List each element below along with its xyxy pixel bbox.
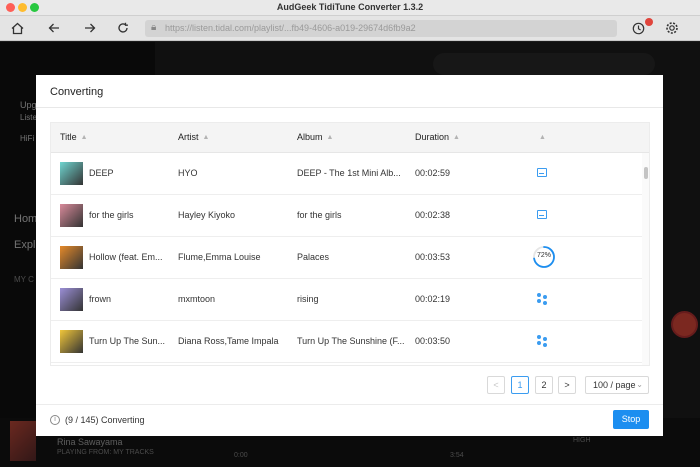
chevron-down-icon: ⌄ — [636, 380, 643, 389]
sort-icon: ▲︎ — [539, 134, 546, 141]
back-arrow-icon[interactable] — [46, 20, 62, 36]
track-artist: Diana Ross,Tame Impala — [178, 336, 279, 346]
dialog-title: Converting — [50, 86, 104, 98]
column-duration-label: Duration — [415, 132, 450, 142]
page-1-button[interactable]: 1 — [511, 376, 529, 394]
waiting-icon — [537, 293, 549, 305]
track-album: rising — [297, 294, 319, 304]
open-folder-icon[interactable] — [537, 210, 547, 219]
progress-percent: 72% — [536, 252, 551, 259]
track-title: DEEP — [89, 168, 114, 178]
conversion-status-text: (9 / 145) Converting — [65, 415, 145, 425]
browser-toolbar: 🔒︎ https://listen.tidal.com/playlist/...… — [0, 16, 700, 41]
table-row: DEEP HYO DEEP - The 1st Mini Alb... 00:0… — [51, 153, 649, 195]
info-icon: i — [50, 415, 60, 425]
sort-icon: ▲︎ — [453, 134, 460, 141]
prev-page-button[interactable]: < — [487, 376, 505, 394]
table-scrollbar-thumb[interactable] — [644, 167, 648, 179]
open-folder-icon[interactable] — [537, 168, 547, 177]
track-artist: HYO — [178, 168, 198, 178]
track-cover — [60, 204, 83, 227]
table-row: for the girls Hayley Kiyoko for the girl… — [51, 195, 649, 237]
window-title: AudGeek TidiTune Converter 1.3.2 — [276, 2, 424, 12]
table-header: Title ▲︎ Artist ▲︎ Album ▲︎ Duration ▲︎ ▲︎ — [51, 123, 649, 153]
column-album-label: Album — [297, 132, 323, 142]
stop-button[interactable]: Stop — [613, 410, 649, 429]
track-cover — [60, 330, 83, 353]
waiting-icon — [537, 335, 549, 347]
home-icon[interactable] — [9, 20, 25, 36]
track-album: Turn Up The Sunshine (F... — [297, 336, 405, 346]
window-titlebar: AudGeek TidiTune Converter 1.3.2 — [0, 0, 700, 16]
track-title: Hollow (feat. Em... — [89, 252, 163, 262]
footer-divider — [36, 404, 663, 405]
forward-arrow-icon[interactable] — [82, 20, 98, 36]
track-duration: 00:02:59 — [415, 168, 451, 178]
table-row: Turn Up The Sun... Diana Ross,Tame Impal… — [51, 321, 649, 363]
track-duration: 00:02:38 — [415, 210, 451, 220]
table-row: Hollow (feat. Em... Flume,Emma Louise Pa… — [51, 237, 649, 279]
conversion-table: Title ▲︎ Artist ▲︎ Album ▲︎ Duration ▲︎ ▲︎ D… — [50, 122, 650, 366]
track-artist: Flume,Emma Louise — [178, 252, 261, 262]
sort-icon: ▲︎ — [202, 134, 210, 141]
sort-icon: ▲︎ — [326, 134, 334, 141]
column-status[interactable]: ▲︎ — [535, 132, 546, 142]
page-size-value: 100 / page — [593, 380, 636, 390]
lock-icon: 🔒︎ — [151, 22, 157, 33]
track-album: DEEP - The 1st Mini Alb... — [297, 168, 401, 178]
track-cover — [60, 162, 83, 185]
track-title: for the girls — [89, 210, 134, 220]
reload-icon[interactable] — [115, 20, 131, 36]
column-artist[interactable]: Artist ▲︎ — [178, 132, 209, 142]
conversion-progress-ring: 72% — [532, 245, 556, 269]
table-row: frown mxmtoon rising 00:02:19 — [51, 279, 649, 321]
dialog-divider — [36, 107, 663, 108]
next-page-button[interactable]: > — [558, 376, 576, 394]
notification-badge — [645, 18, 653, 26]
settings-gear-icon[interactable] — [664, 20, 680, 36]
track-duration: 00:02:19 — [415, 294, 451, 304]
track-title: frown — [89, 294, 112, 304]
track-artist: Hayley Kiyoko — [178, 210, 236, 220]
column-title[interactable]: Title ▲︎ — [60, 132, 88, 142]
column-title-label: Title — [60, 132, 77, 142]
track-artist: mxmtoon — [178, 294, 216, 304]
track-title: Turn Up The Sun... — [89, 336, 166, 346]
table-scrollbar[interactable] — [642, 153, 649, 365]
track-cover — [60, 246, 83, 269]
track-album: Palaces — [297, 252, 330, 262]
column-artist-label: Artist — [178, 132, 199, 142]
column-album[interactable]: Album ▲︎ — [297, 132, 333, 142]
converting-dialog: Converting Title ▲︎ Artist ▲︎ Album ▲︎ Dura… — [36, 75, 663, 436]
track-duration: 00:03:50 — [415, 336, 451, 346]
track-cover — [60, 288, 83, 311]
sort-icon: ▲︎ — [80, 134, 88, 141]
history-icon[interactable] — [630, 20, 646, 36]
url-bar[interactable]: 🔒︎ https://listen.tidal.com/playlist/...… — [145, 20, 617, 37]
page-size-select[interactable]: 100 / page ⌄ — [585, 376, 649, 394]
url-text: https://listen.tidal.com/playlist/...fb4… — [165, 23, 416, 33]
track-album: for the girls — [297, 210, 342, 220]
page-2-button[interactable]: 2 — [535, 376, 553, 394]
column-duration[interactable]: Duration ▲︎ — [415, 132, 460, 142]
track-duration: 00:03:53 — [415, 252, 451, 262]
